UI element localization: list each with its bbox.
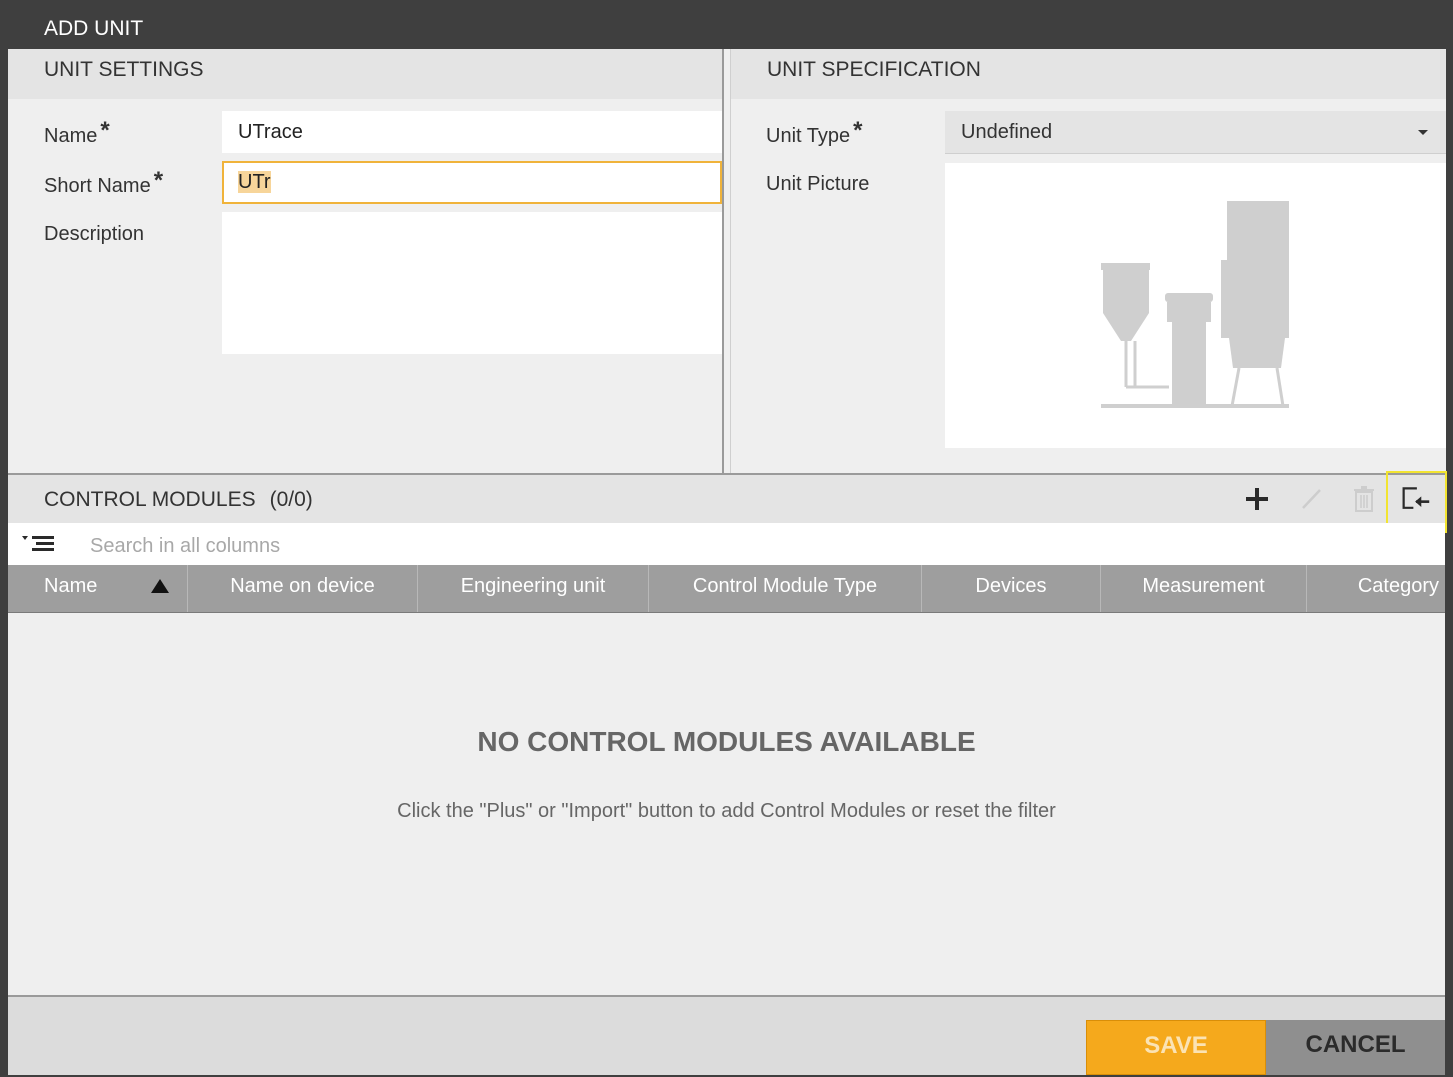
trash-icon — [1354, 486, 1374, 512]
sort-ascending-icon — [151, 579, 169, 593]
control-modules-header: CONTROL MODULES (0/0) — [8, 475, 1445, 523]
unit-settings-panel: UNIT SETTINGS Name * UTrace Short Name * U… — [8, 49, 724, 473]
dialog-title: ADD UNIT — [8, 8, 1445, 49]
column-header-name[interactable]: Name — [8, 565, 188, 612]
table-header: Name Name on device Engineering unit Con… — [8, 565, 1445, 613]
description-label: Description — [44, 223, 145, 245]
chevron-down-icon — [1418, 130, 1428, 135]
tanks-placeholder-icon — [1101, 201, 1289, 408]
required-mark: * — [100, 117, 110, 144]
description-textarea[interactable] — [222, 212, 722, 354]
name-label: Name * — [44, 117, 110, 147]
empty-state-text: Click the "Plus" or "Import" button to a… — [397, 800, 1056, 822]
save-button[interactable]: SAVE — [1086, 1020, 1266, 1075]
edit-control-module-button[interactable] — [1296, 484, 1326, 514]
unit-type-label: Unit Type * — [766, 117, 863, 147]
add-control-module-button[interactable] — [1242, 484, 1272, 514]
empty-state-title: NO CONTROL MODULES AVAILABLE — [477, 726, 976, 757]
unit-picture[interactable] — [945, 163, 1446, 448]
unit-picture-label: Unit Picture — [766, 173, 870, 195]
unit-specification-heading: UNIT SPECIFICATION — [731, 49, 1446, 99]
unit-specification-panel: UNIT SPECIFICATION Unit Type * Undefined … — [730, 49, 1446, 473]
add-unit-dialog: ADD UNIT UNIT SETTINGS Name * UTrace Shor… — [8, 8, 1447, 1075]
pencil-icon — [1302, 489, 1321, 509]
required-mark: * — [853, 117, 863, 144]
column-header-devices[interactable]: Devices — [922, 565, 1101, 612]
column-header-name-on-device[interactable]: Name on device — [188, 565, 418, 612]
unit-settings-heading: UNIT SETTINGS — [8, 49, 722, 99]
control-modules-heading: CONTROL MODULES — [44, 488, 256, 511]
filter-menu-icon[interactable] — [22, 534, 56, 559]
short-name-input[interactable]: UTr — [222, 161, 722, 204]
short-name-label: Short Name * — [44, 167, 164, 197]
required-mark: * — [153, 167, 164, 194]
plus-icon — [1246, 488, 1268, 510]
column-header-engineering-unit[interactable]: Engineering unit — [418, 565, 649, 612]
unit-type-select[interactable]: Undefined — [945, 111, 1446, 154]
column-header-category[interactable]: Category — [1307, 565, 1445, 612]
search-bar: Search in all columns — [8, 523, 1445, 565]
control-modules-count: (0/0) — [269, 488, 313, 511]
column-header-measurement[interactable]: Measurement — [1101, 565, 1307, 612]
column-header-control-module-type[interactable]: Control Module Type — [649, 565, 922, 612]
selected-text: UTr — [238, 171, 271, 193]
name-input[interactable]: UTrace — [222, 111, 722, 153]
search-input[interactable]: Search in all columns — [90, 523, 280, 565]
cancel-button[interactable]: CANCEL — [1266, 1020, 1445, 1075]
delete-control-module-button[interactable] — [1349, 484, 1379, 514]
